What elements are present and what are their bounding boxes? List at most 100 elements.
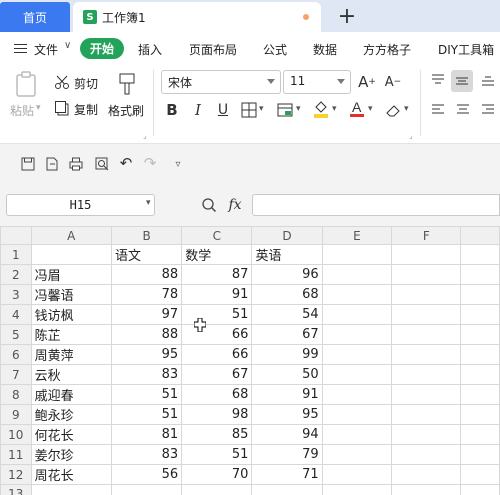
row-header[interactable]: 5 xyxy=(0,324,32,345)
cell[interactable]: 67 xyxy=(251,324,323,345)
print-preview-icon[interactable] xyxy=(94,156,110,172)
cell[interactable] xyxy=(460,364,500,385)
tab-workbook[interactable]: S 工作簿1 xyxy=(73,2,321,32)
align-left-icon[interactable] xyxy=(428,100,448,120)
decrease-font-size-icon[interactable]: A − xyxy=(384,72,402,92)
cell[interactable]: 88 xyxy=(110,264,183,285)
cell[interactable] xyxy=(181,484,253,495)
cell[interactable]: 姜尔珍 xyxy=(30,444,112,465)
cut-button[interactable]: 剪切 xyxy=(74,75,98,92)
cell[interactable]: 91 xyxy=(251,384,323,405)
cell[interactable]: 钱访枫 xyxy=(30,304,112,325)
cell[interactable] xyxy=(321,404,393,425)
row-header[interactable]: 4 xyxy=(0,304,32,325)
cell[interactable] xyxy=(460,284,500,305)
row-header[interactable]: 8 xyxy=(0,384,32,405)
cell[interactable] xyxy=(460,304,500,325)
copy-button[interactable]: 复制 xyxy=(74,101,98,118)
row-header[interactable]: 12 xyxy=(0,464,32,485)
cell[interactable] xyxy=(460,464,500,485)
menu-diy-toolbox[interactable]: DIY工具箱 xyxy=(438,41,494,58)
borders-icon[interactable] xyxy=(240,101,258,119)
eraser-icon[interactable] xyxy=(384,101,402,119)
cell[interactable] xyxy=(321,344,393,365)
cell[interactable]: 87 xyxy=(181,264,253,285)
row-header[interactable]: 13 xyxy=(0,484,32,495)
cell[interactable] xyxy=(321,364,393,385)
row-header[interactable]: 7 xyxy=(0,364,32,385)
cell[interactable] xyxy=(391,344,462,365)
cell[interactable]: 85 xyxy=(181,424,253,445)
cell[interactable] xyxy=(391,304,462,325)
column-header[interactable]: A xyxy=(30,226,112,245)
chevron-down-icon[interactable]: ▾ xyxy=(332,104,337,114)
cell[interactable] xyxy=(391,464,462,485)
cell[interactable]: 51 xyxy=(181,304,253,325)
cell[interactable] xyxy=(321,264,393,285)
row-header[interactable]: 10 xyxy=(0,424,32,445)
column-header[interactable]: B xyxy=(110,226,183,245)
cell[interactable] xyxy=(391,244,462,265)
cell[interactable]: 51 xyxy=(110,404,183,425)
bold-button[interactable]: B xyxy=(163,100,181,120)
cell[interactable] xyxy=(321,444,393,465)
insert-function-icon[interactable]: fx xyxy=(226,196,244,214)
increase-font-size-icon[interactable]: A + xyxy=(358,72,376,92)
cell[interactable]: 78 xyxy=(110,284,183,305)
dialog-launcher-icon[interactable]: ⌟ xyxy=(143,131,147,140)
cell[interactable]: 51 xyxy=(110,384,183,405)
align-bottom-icon[interactable] xyxy=(478,70,498,90)
menu-home[interactable]: 开始 xyxy=(80,38,125,59)
cell[interactable]: 88 xyxy=(110,324,183,345)
cell[interactable] xyxy=(391,404,462,425)
cell[interactable] xyxy=(30,244,112,265)
cell[interactable]: 冯眉 xyxy=(30,264,112,285)
font-size-select[interactable]: 11 xyxy=(283,70,351,94)
cell[interactable] xyxy=(321,484,393,495)
cell[interactable]: 70 xyxy=(181,464,253,485)
name-box[interactable]: H15 xyxy=(6,194,155,216)
cell[interactable]: 79 xyxy=(251,444,323,465)
cell[interactable] xyxy=(391,324,462,345)
cell[interactable]: 54 xyxy=(251,304,323,325)
font-name-select[interactable]: 宋体 xyxy=(161,70,281,94)
chevron-down-icon[interactable]: ▾ xyxy=(368,104,373,114)
fill-color-icon[interactable] xyxy=(312,99,330,119)
cell[interactable]: 71 xyxy=(251,464,323,485)
cell[interactable] xyxy=(460,344,500,365)
cell[interactable]: 51 xyxy=(181,444,253,465)
cell[interactable] xyxy=(321,304,393,325)
cell[interactable]: 冯馨语 xyxy=(30,284,112,305)
cell[interactable]: 周花长 xyxy=(30,464,112,485)
cell[interactable] xyxy=(460,404,500,425)
row-header[interactable]: 9 xyxy=(0,404,32,425)
chevron-down-icon[interactable]: ▾ xyxy=(404,104,409,114)
cell[interactable]: 戚迎春 xyxy=(30,384,112,405)
cell[interactable]: 周黄萍 xyxy=(30,344,112,365)
cell[interactable] xyxy=(460,424,500,445)
cell[interactable] xyxy=(321,424,393,445)
dialog-launcher-icon[interactable]: ⌟ xyxy=(409,131,413,140)
paste-label[interactable]: 粘贴 xyxy=(10,102,34,119)
chevron-down-icon[interactable]: ▾ xyxy=(259,104,264,114)
cell[interactable] xyxy=(460,264,500,285)
cell[interactable] xyxy=(321,464,393,485)
column-header[interactable]: F xyxy=(391,226,462,245)
cell[interactable]: 数学 xyxy=(181,244,253,265)
column-header[interactable]: C xyxy=(181,226,253,245)
redo-icon[interactable]: ↷ xyxy=(142,154,158,172)
cell[interactable]: 97 xyxy=(110,304,183,325)
cell[interactable] xyxy=(391,424,462,445)
cell[interactable] xyxy=(460,384,500,405)
align-top-icon[interactable] xyxy=(428,70,448,90)
export-pdf-icon[interactable] xyxy=(44,156,60,172)
cell[interactable]: 91 xyxy=(181,284,253,305)
cell[interactable] xyxy=(110,484,183,495)
align-right-icon[interactable] xyxy=(478,100,498,120)
cell[interactable]: 陈芷 xyxy=(30,324,112,345)
cell[interactable]: 98 xyxy=(181,404,253,425)
print-icon[interactable] xyxy=(68,156,84,172)
menu-page-layout[interactable]: 页面布局 xyxy=(189,41,237,58)
column-header[interactable]: E xyxy=(321,226,393,245)
cell[interactable] xyxy=(460,444,500,465)
